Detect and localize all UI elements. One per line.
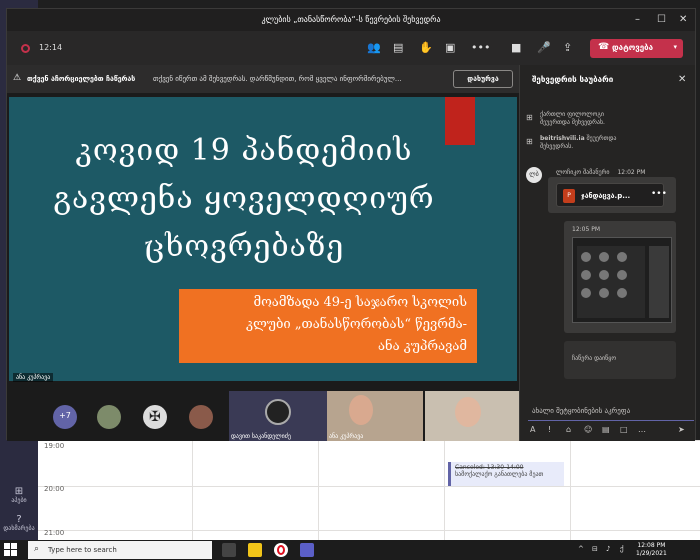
avatar[interactable] [189,405,213,429]
maximize-button[interactable]: ☐ [657,14,666,25]
minimize-button[interactable]: – [635,14,640,25]
meeting-chat-panel: შეხვედრის საუბარი ✕ ⊞ ქართლი ფილოლოგი შე… [519,65,695,441]
meeting-window: კლუბის „თანასწორობა“-ს წევრების შეხვედრა… [6,8,696,441]
banner-title: თქვენ აჩორციელებთ ჩაწერას [27,75,136,83]
file-explorer-icon[interactable] [248,543,262,557]
calendar-view: 19:00 20:00 21:00 Canceled: 13:30-14:00 … [38,440,700,540]
file-name[interactable]: ჯანდაცვა.p... [581,192,630,200]
recording-icon [21,44,30,53]
slide-subtitle-box: მოამზადა 49-ე საჯარო სკოლის კლუბი „თანას… [179,289,477,363]
banner-text: თქვენ იწერთ ამ შეხვედრას. დარწმუნდით, რო… [153,75,402,83]
phone-icon: ☎ [598,42,610,52]
slide-title-line: კოვიდ 19 პანდემიის [75,133,413,168]
emoji-icon[interactable]: ☺ [584,425,592,434]
sticker-icon[interactable]: □ [620,425,628,434]
system-message: ქართლი ფილოლოგი შეუერთდა შეხვედრას. [540,111,605,126]
shared-content-stage: კოვიდ 19 პანდემიის გავლენა ყოველდღიურ ცხ… [7,93,519,389]
warning-icon: ⚠ [13,73,22,83]
language-icon[interactable]: ქ [620,545,624,553]
task-view-icon[interactable] [222,543,236,557]
presentation-slide: კოვიდ 19 პანდემიის გავლენა ყოველდღიურ ცხ… [9,97,517,382]
compose-message-input[interactable]: ახალი შეტყობინების აკრეფა [528,401,694,421]
network-icon[interactable]: ⊟ [592,545,598,553]
join-icon: ⊞ [526,137,533,146]
compose-toolbar: A ! ⌂ ☺ ▤ □ … ➤ [530,425,690,437]
teams-icon[interactable] [300,543,314,557]
join-icon: ⊞ [526,113,533,122]
slide-title-line: ცხოვრებაზე [143,229,345,264]
avatar[interactable]: ✠ [143,405,167,429]
hour-label: 21:00 [44,529,65,537]
more-participants-badge[interactable]: +7 [53,405,77,429]
slide-subtitle-line: კლუბი „თანასწორობას“ წევრმა- [245,317,467,332]
tray-chevron-icon[interactable]: ^ [578,545,584,553]
close-button[interactable]: ✕ [679,14,687,25]
taskbar-search-input[interactable]: ⌕ Type here to search [28,541,212,559]
important-icon[interactable]: ! [548,425,551,434]
volume-icon[interactable]: ♪ [606,545,610,553]
video-tile[interactable]: ანა კუპრავა [327,391,423,441]
chat-icon[interactable]: ▤ [393,41,403,54]
window-title: კლუბის „თანასწორობა“-ს წევრების შეხვედრა [261,15,441,24]
send-icon[interactable]: ➤ [678,425,685,434]
share-screen-icon[interactable]: ⇪ [563,41,572,54]
windows-start-icon[interactable] [4,543,18,557]
rooms-icon[interactable]: ▣ [445,41,455,54]
format-icon[interactable]: A [530,425,535,434]
chevron-down-icon[interactable]: ▾ [673,43,677,51]
avatar[interactable]: ლბ [526,167,542,183]
opera-icon[interactable] [274,543,288,557]
gif-icon[interactable]: ▤ [602,425,610,434]
sidebar-item-help[interactable]: ? დახმარება [2,514,36,532]
sidebar-item-apps[interactable]: ⊞ აპები [2,486,36,504]
avatar[interactable] [97,405,121,429]
taskbar-clock[interactable]: 12:08 PM 1/29/2021 [636,542,667,558]
participants-icon[interactable]: 👥 [367,41,381,54]
slide-subtitle-line: მოამზადა 49-ე საჯარო სკოლის [253,295,467,310]
chat-title: შეხვედრის საუბარი [532,75,614,84]
video-tile-label: დავით საკანდელიძე [231,433,291,440]
more-options-icon[interactable]: … [638,425,646,434]
chat-message: 12:05 PM [564,221,676,333]
message-time: 12:05 PM [572,226,600,233]
attach-icon[interactable]: ⌂ [566,425,571,434]
file-more-button[interactable]: ••• [651,189,667,199]
slide-subtitle-line: ანა კუპრავამ [377,339,467,354]
file-attachment[interactable]: P ჯანდაცვა.p... ••• [556,183,667,207]
meeting-toolbar: 12:14 👥 ▤ ✋ ▣ ••• ■ 🎤 ⇪ ☎ დატოვება ▾ [7,31,695,65]
shared-screenshot-image[interactable] [572,237,672,323]
windows-taskbar: ⌕ Type here to search ^ ⊟ ♪ ქ 12:08 PM 1… [0,540,700,560]
presenter-name: ანა კუპრავა [13,373,54,382]
help-icon: ? [16,514,22,525]
recording-banner: ⚠ თქვენ აჩორციელებთ ჩაწერას თქვენ იწერთ … [7,65,519,93]
hour-label: 19:00 [44,442,65,450]
search-icon: ⌕ [34,544,40,554]
video-tile[interactable] [425,391,519,441]
more-actions-button[interactable]: ••• [471,41,490,54]
slide-title-line: გავლენა ყოველდღიურ [53,181,435,216]
powerpoint-icon: P [563,189,575,203]
apps-icon: ⊞ [14,486,24,497]
hour-label: 20:00 [44,485,65,493]
system-message: beitrishvili.ia შეუერთდა შეხვედრას. [540,135,617,150]
leave-button[interactable]: ☎ დატოვება ▾ [590,39,683,58]
message-header: ლოჩიკო შამანური 12:02 PM [556,169,646,176]
video-tile[interactable]: დავით საკანდელიძე [229,391,327,441]
calendar-event[interactable]: Canceled: 13:30-14:00 სამოქალაქო განათლე… [448,462,564,486]
microphone-icon[interactable]: 🎤 [537,41,551,54]
title-bar: კლუბის „თანასწორობა“-ს წევრების შეხვედრა… [7,9,695,31]
camera-icon[interactable]: ■ [511,41,521,54]
video-tile-label: ანა კუპრავა [329,433,364,440]
chat-message: P ჯანდაცვა.p... ••• [548,177,676,213]
participants-strip: +7 ✠ დავით საკანდელიძე ანა კუპრავა [7,389,519,441]
raise-hand-icon[interactable]: ✋ [419,41,433,54]
chat-message: ჩაწერა დაიწყო [564,341,676,379]
close-icon[interactable]: ✕ [678,74,686,85]
meeting-timer: 12:14 [39,43,63,52]
dismiss-button[interactable]: დახურვა [453,70,513,88]
